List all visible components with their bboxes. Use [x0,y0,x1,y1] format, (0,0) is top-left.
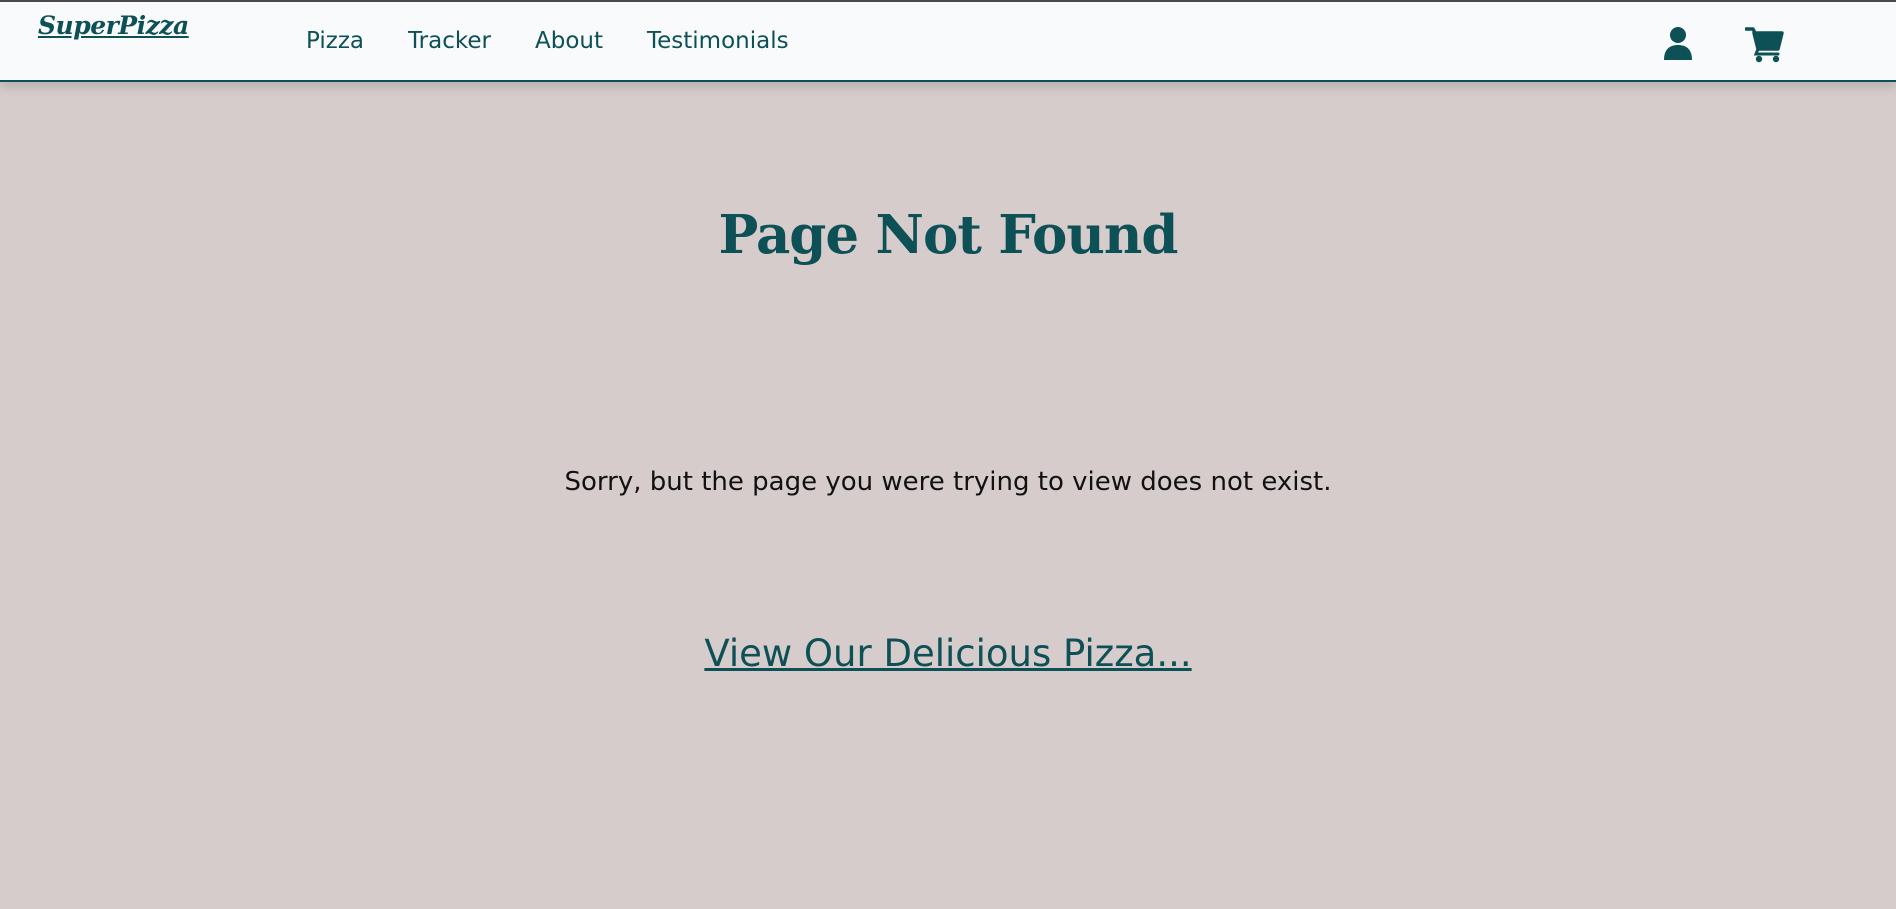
main-nav: Pizza Tracker About Testimonials [306,28,833,54]
nav-item-about[interactable]: About [535,28,603,54]
nav-item-testimonials[interactable]: Testimonials [647,28,789,54]
shopping-cart-icon[interactable] [1744,24,1785,64]
view-pizza-link[interactable]: View Our Delicious Pizza... [704,632,1191,675]
site-logo[interactable]: SuperPizza [38,11,189,40]
error-message: Sorry, but the page you were trying to v… [564,467,1332,497]
cta-container: View Our Delicious Pizza... [0,632,1896,675]
user-icon[interactable] [1658,24,1698,64]
nav-item-pizza[interactable]: Pizza [306,28,364,54]
site-header: SuperPizza Pizza Tracker About Testimoni… [0,0,1896,82]
page-title: Page Not Found [718,204,1179,266]
nav-item-tracker[interactable]: Tracker [408,28,491,54]
